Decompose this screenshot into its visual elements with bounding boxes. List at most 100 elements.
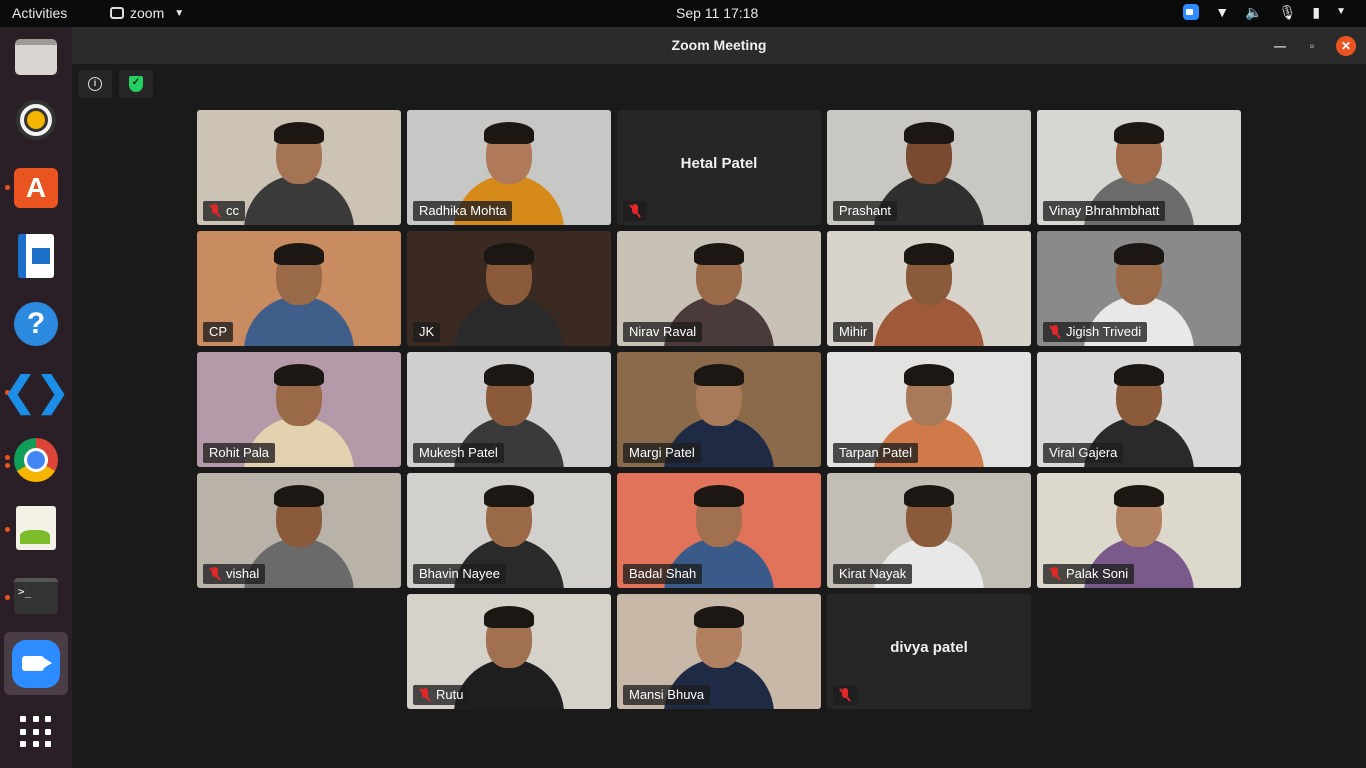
participant-name-label: Viral Gajera (1043, 443, 1124, 463)
terminal-launcher[interactable]: >_ (12, 572, 60, 620)
participant-name-label: Mansi Bhuva (623, 685, 711, 705)
participant-tile[interactable]: Rutu (407, 594, 611, 709)
participant-tile[interactable]: Radhika Mohta (407, 110, 611, 225)
participant-name: Kirat Nayak (839, 566, 907, 581)
participant-tile[interactable]: CP (197, 231, 401, 346)
files-launcher[interactable] (12, 33, 60, 81)
zoom-icon (12, 639, 60, 688)
participant-name: divya patel (890, 639, 968, 656)
participant-hair (274, 122, 324, 144)
participant-tile[interactable]: Margi Patel (617, 352, 821, 467)
participant-name: Hetal Patel (680, 155, 758, 172)
participant-tile[interactable]: divya patel (827, 594, 1031, 709)
participant-tile[interactable]: Palak Soni (1037, 473, 1241, 588)
files-icon (15, 39, 57, 75)
participant-hair (904, 243, 954, 265)
participant-tile[interactable]: Tarpan Patel (827, 352, 1031, 467)
software-store-launcher[interactable]: A (12, 164, 60, 212)
rhythmbox-icon (16, 100, 56, 140)
participant-name: Radhika Mohta (419, 203, 507, 218)
meeting-info-button[interactable]: i (78, 70, 112, 98)
participant-tile[interactable]: Vinay Bhrahmbhatt (1037, 110, 1241, 225)
app-menu[interactable]: zoom ▼ (110, 5, 184, 21)
participant-tile[interactable]: Hetal Patel (617, 110, 821, 225)
vscode-icon: ❮❯ (2, 370, 70, 414)
running-indicator (5, 455, 10, 460)
shield-icon: ✓ (129, 76, 143, 92)
participant-tile[interactable]: Mansi Bhuva (617, 594, 821, 709)
participant-tile[interactable]: cc (197, 110, 401, 225)
maximize-button[interactable]: ▫ (1302, 36, 1322, 56)
security-button[interactable]: ✓ (119, 70, 153, 98)
participant-name: Tarpan Patel (839, 445, 912, 460)
participant-tile[interactable]: Prashant (827, 110, 1031, 225)
muted-mic-icon (1049, 567, 1061, 581)
mute-status (833, 685, 857, 705)
participant-hair (484, 122, 534, 144)
chevron-down-icon[interactable]: ▼ (1336, 4, 1346, 20)
participant-name: Bhavin Nayee (419, 566, 500, 581)
minimize-button[interactable]: — (1270, 36, 1290, 56)
participant-tile[interactable]: vishal (197, 473, 401, 588)
participant-tile[interactable]: Mukesh Patel (407, 352, 611, 467)
participant-tile[interactable]: Rohit Pala (197, 352, 401, 467)
participant-name: Palak Soni (1066, 566, 1129, 581)
participant-tile[interactable]: JK (407, 231, 611, 346)
participant-tile[interactable]: Jigish Trivedi (1037, 231, 1241, 346)
participant-hair (274, 364, 324, 386)
activities-button[interactable]: Activities (12, 5, 67, 21)
participant-hair (1114, 243, 1164, 265)
participant-name: CP (209, 324, 228, 339)
chevron-down-icon: ▼ (174, 7, 185, 19)
vscode-launcher[interactable]: ❮❯ (2, 368, 70, 416)
chrome-launcher[interactable] (12, 436, 60, 484)
running-indicator (5, 527, 10, 532)
participant-tile[interactable]: Bhavin Nayee (407, 473, 611, 588)
participant-hair (1114, 364, 1164, 386)
participant-hair (904, 485, 954, 507)
volume-icon[interactable]: 🔈 (1245, 4, 1262, 20)
zoom-launcher[interactable] (4, 632, 68, 695)
participant-tile[interactable]: Badal Shah (617, 473, 821, 588)
participant-hair (904, 364, 954, 386)
participant-name-label: Tarpan Patel (833, 443, 918, 463)
wifi-icon[interactable]: ▼ (1215, 4, 1229, 20)
participant-name: JK (419, 324, 435, 339)
show-apps-button[interactable] (12, 708, 60, 756)
participant-name: Nirav Raval (629, 324, 697, 339)
software-store-icon: A (14, 168, 58, 208)
participant-name-label: Mukesh Patel (413, 443, 504, 463)
participant-name: Prashant (839, 203, 892, 218)
text-editor-icon (16, 506, 56, 550)
participant-hair (484, 364, 534, 386)
participant-tile[interactable]: Nirav Raval (617, 231, 821, 346)
microphone-icon[interactable]: 🎙 (1279, 4, 1297, 20)
participant-name-label: cc (203, 201, 245, 221)
participant-hair (694, 243, 744, 265)
close-button[interactable]: ✕ (1336, 36, 1356, 56)
participant-name-label: Mihir (833, 322, 874, 342)
battery-icon[interactable]: ▮ (1312, 4, 1320, 20)
mute-status (623, 201, 647, 221)
participant-hair (694, 606, 744, 628)
participant-name: Badal Shah (629, 566, 697, 581)
system-tray[interactable]: ▼ 🔈 🎙 ▮ ▼ (1183, 4, 1346, 20)
participant-hair (694, 485, 744, 507)
help-launcher[interactable]: ? (12, 300, 60, 348)
zoom-tray-icon[interactable] (1183, 4, 1200, 20)
participant-tile[interactable]: Mihir (827, 231, 1031, 346)
participant-hair (484, 485, 534, 507)
text-editor-launcher[interactable] (12, 504, 60, 552)
participant-name-label: Badal Shah (623, 564, 703, 584)
participant-name: cc (226, 203, 239, 218)
participant-name-label: vishal (203, 564, 266, 584)
participant-name: Jigish Trivedi (1066, 324, 1142, 339)
participant-name-label: Margi Patel (623, 443, 701, 463)
rhythmbox-launcher[interactable] (12, 96, 60, 144)
muted-mic-icon (839, 688, 851, 702)
window-titlebar[interactable]: Zoom Meeting — ▫ ✕ (72, 27, 1366, 64)
participant-tile[interactable]: Viral Gajera (1037, 352, 1241, 467)
writer-launcher[interactable] (12, 232, 60, 280)
clock[interactable]: Sep 11 17:18 (676, 5, 758, 21)
participant-tile[interactable]: Kirat Nayak (827, 473, 1031, 588)
